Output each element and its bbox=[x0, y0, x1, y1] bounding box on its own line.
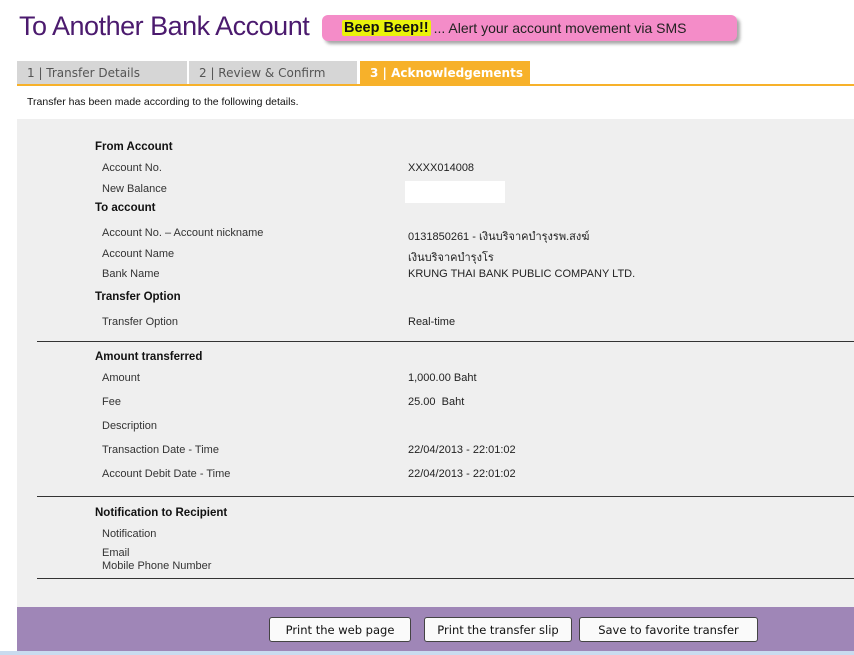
sms-alert-banner[interactable]: Beep Beep!! ... Alert your account movem… bbox=[322, 15, 737, 41]
from-account-no-label: Account No. bbox=[102, 162, 162, 174]
intro-message: Transfer has been made according to the … bbox=[27, 96, 299, 108]
from-account-no-value: XXXX014008 bbox=[408, 162, 475, 174]
amount-label: Amount bbox=[102, 372, 140, 384]
amount-heading: Amount transferred bbox=[95, 351, 203, 363]
bank-name-value: KRUNG THAI BANK PUBLIC COMPANY LTD. bbox=[408, 268, 636, 280]
account-name-label: Account Name bbox=[102, 248, 175, 260]
notification-heading: Notification to Recipient bbox=[95, 507, 228, 519]
divider bbox=[37, 341, 854, 342]
to-account-no-label: Account No. – Account nickname bbox=[102, 227, 264, 239]
tab-underline bbox=[17, 84, 854, 86]
print-transfer-slip-button[interactable]: Print the transfer slip bbox=[424, 617, 572, 642]
bank-name-label: Bank Name bbox=[102, 268, 160, 280]
mobile-phone-label: Mobile Phone Number bbox=[102, 560, 212, 572]
print-web-page-button[interactable]: Print the web page bbox=[269, 617, 411, 642]
transaction-date-label: Transaction Date - Time bbox=[102, 444, 219, 456]
debit-date-value: 22/04/2013 - 22:01:02 bbox=[408, 468, 516, 480]
sms-banner-highlight: Beep Beep!! bbox=[342, 20, 431, 36]
fee-label: Fee bbox=[102, 396, 121, 408]
tab-review-confirm: 2 | Review & Confirm bbox=[189, 61, 357, 85]
fee-value: 25.00 Baht bbox=[408, 396, 465, 408]
sms-banner-text: ... Alert your account movement via SMS bbox=[433, 20, 687, 36]
to-account-heading: To account bbox=[95, 202, 156, 214]
step-tabs: 1 | Transfer Details 2 | Review & Confir… bbox=[17, 61, 854, 85]
debit-date-label: Account Debit Date - Time bbox=[102, 468, 231, 480]
account-name-value: เงินบริจาคบำรุงโร bbox=[408, 252, 494, 264]
transfer-option-label: Transfer Option bbox=[102, 316, 179, 328]
description-label: Description bbox=[102, 420, 158, 432]
tab-acknowledgements: 3 | Acknowledgements bbox=[360, 61, 530, 85]
new-balance-label: New Balance bbox=[102, 183, 167, 195]
from-account-heading: From Account bbox=[95, 141, 173, 153]
to-account-no-value: 0131850261 - เงินบริจาคบำรุงรพ.สงฆ์ bbox=[408, 231, 590, 243]
email-label: Email bbox=[102, 547, 130, 559]
transfer-option-value: Real-time bbox=[408, 316, 456, 328]
bottom-edge bbox=[0, 651, 854, 655]
transaction-date-value: 22/04/2013 - 22:01:02 bbox=[408, 444, 516, 456]
save-favorite-transfer-button[interactable]: Save to favorite transfer bbox=[579, 617, 758, 642]
notification-label: Notification bbox=[102, 528, 157, 540]
divider bbox=[37, 496, 854, 497]
divider bbox=[37, 578, 854, 579]
new-balance-masked bbox=[405, 181, 505, 203]
tab-transfer-details: 1 | Transfer Details bbox=[17, 61, 187, 85]
transfer-option-heading: Transfer Option bbox=[95, 291, 181, 303]
page-title: To Another Bank Account bbox=[19, 11, 310, 41]
amount-value: 1,000.00 Baht bbox=[408, 372, 477, 384]
